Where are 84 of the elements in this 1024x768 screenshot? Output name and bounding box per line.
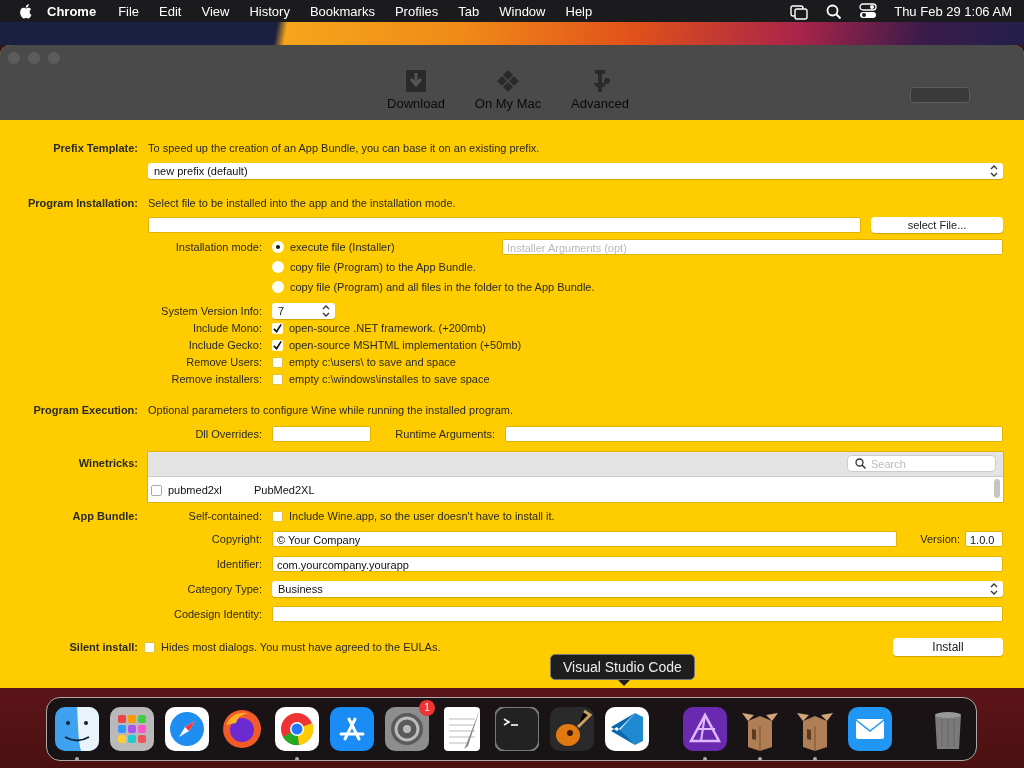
prefix-template-select[interactable]: new prefix (default) xyxy=(148,163,1003,179)
field-label: Identifier: xyxy=(215,558,262,570)
stepper-arrows-icon xyxy=(990,165,998,177)
launchpad-app-icon[interactable] xyxy=(110,707,154,751)
screen-mirroring-icon[interactable] xyxy=(790,2,809,20)
finder-app-icon[interactable] xyxy=(55,707,99,751)
checkbox[interactable] xyxy=(151,484,162,496)
version-field[interactable]: 1.0.0 xyxy=(965,531,1003,547)
appstore-app-icon[interactable] xyxy=(330,707,374,751)
menu-item[interactable]: View xyxy=(191,3,240,19)
section-label: Program Installation: xyxy=(26,197,138,209)
notification-badge: 1 xyxy=(419,700,435,716)
dll-overrides-field[interactable] xyxy=(272,426,371,442)
guitar-app-icon[interactable] xyxy=(550,707,594,751)
option-text: open-source MSHTML implementation (+50mb) xyxy=(289,339,522,351)
search-icon[interactable] xyxy=(826,3,842,19)
option-text: Hides most dialogs. You must have agreed to the EULAs. xyxy=(161,641,441,653)
package-name: pubmed2xl xyxy=(168,484,223,497)
option-text: open-source .NET framework. (+200mb) xyxy=(289,322,486,334)
menu-item[interactable]: Tab xyxy=(448,3,490,19)
field-label: Category Type: xyxy=(186,583,262,595)
menu-item[interactable]: History xyxy=(239,3,300,19)
radio-option[interactable]: execute file (Installer) xyxy=(272,241,502,253)
tooltip-pointer xyxy=(618,680,630,686)
section-label: App Bundle: xyxy=(71,510,138,522)
checkbox[interactable] xyxy=(272,339,283,351)
section-label: Program Execution: xyxy=(32,404,138,416)
radio-option[interactable]: copy file (Program) to the App Bundle. xyxy=(272,261,1003,273)
menu-item[interactable]: Help xyxy=(555,3,603,19)
scrollbar[interactable] xyxy=(994,479,1000,498)
menu-item[interactable]: File xyxy=(108,3,150,19)
download-icon xyxy=(404,69,428,93)
file-path-field[interactable] xyxy=(148,217,861,233)
menu-item[interactable]: Edit xyxy=(149,3,192,19)
field-label: Codesign Identity: xyxy=(172,608,262,620)
safari-app-icon[interactable] xyxy=(165,707,209,751)
option-text: empty c:\windows\installes to save space xyxy=(289,373,490,385)
field-label: System Version Info: xyxy=(160,305,262,317)
dock-tooltip: Visual Studio Code xyxy=(550,654,695,680)
option-text: Include Wine.app, so the user doesn't have to install it. xyxy=(289,510,555,522)
section-label: Prefix Template: xyxy=(52,142,138,154)
apple-logo-icon[interactable] xyxy=(19,3,32,19)
field-label: Runtime Arguments: xyxy=(394,428,496,440)
toolbar-search-field[interactable] xyxy=(910,87,970,103)
description: To speed up the creation of an App Bundle, you can base it on an existing prefix. xyxy=(148,142,541,154)
codesign-identity-field[interactable] xyxy=(272,606,1003,622)
field-label: Dll Overrides: xyxy=(194,428,262,440)
terminal-app-icon[interactable] xyxy=(495,707,539,751)
checkbox[interactable] xyxy=(272,322,283,334)
radio-option[interactable]: copy file (Program) and all files in the folder to the App Bundle. xyxy=(272,281,1003,293)
runtime-arguments-field[interactable] xyxy=(505,426,1003,442)
control-center-icon[interactable] xyxy=(859,3,878,19)
menu-item[interactable]: Window xyxy=(489,3,556,19)
menu-item[interactable]: Bookmarks xyxy=(299,3,385,19)
vscode-app-icon[interactable] xyxy=(605,707,649,751)
stepper-arrows-icon xyxy=(322,305,330,317)
field-label: Version: xyxy=(919,533,961,545)
field-label: Include Gecko: xyxy=(187,339,262,351)
install-button[interactable]: Install xyxy=(893,638,1003,656)
search-icon xyxy=(855,458,866,470)
mail-app-icon[interactable] xyxy=(848,707,892,751)
field-label: Remove Users: xyxy=(185,356,262,368)
menu-item[interactable]: Profiles xyxy=(384,3,449,19)
description: Optional parameters to configure Wine while running the installed program. xyxy=(148,404,515,416)
section-label: Winetricks: xyxy=(77,457,138,469)
menu-clock[interactable]: Thu Feb 29 1:06 AM xyxy=(894,3,1012,19)
package-title: PubMed2XL xyxy=(254,484,315,497)
description: Select file to be installed into the app and the installation mode. xyxy=(148,197,457,209)
field-label: Remove installers: xyxy=(170,373,262,385)
select-file-button[interactable]: select File... xyxy=(871,217,1003,233)
field-label: Self-contained: xyxy=(187,510,262,522)
section-label: Silent install: xyxy=(68,641,138,653)
chrome-app-icon[interactable] xyxy=(275,707,319,751)
system-version-select[interactable]: 7 xyxy=(272,303,335,319)
stepper-arrows-icon xyxy=(990,583,998,595)
firefox-app-icon[interactable] xyxy=(220,707,264,751)
field-label: Copyright: xyxy=(210,533,262,545)
category-type-select[interactable]: Business xyxy=(272,581,1003,597)
field-label: Include Mono: xyxy=(191,322,262,334)
identifier-field[interactable]: com.yourcompany.yourapp xyxy=(272,556,1003,572)
field-label: Installation mode: xyxy=(174,241,262,253)
copyright-field[interactable]: © Your Company xyxy=(272,531,897,547)
option-text: empty c:\users\ to save and space xyxy=(289,356,456,368)
menu-app-name[interactable]: Chrome xyxy=(32,3,109,19)
